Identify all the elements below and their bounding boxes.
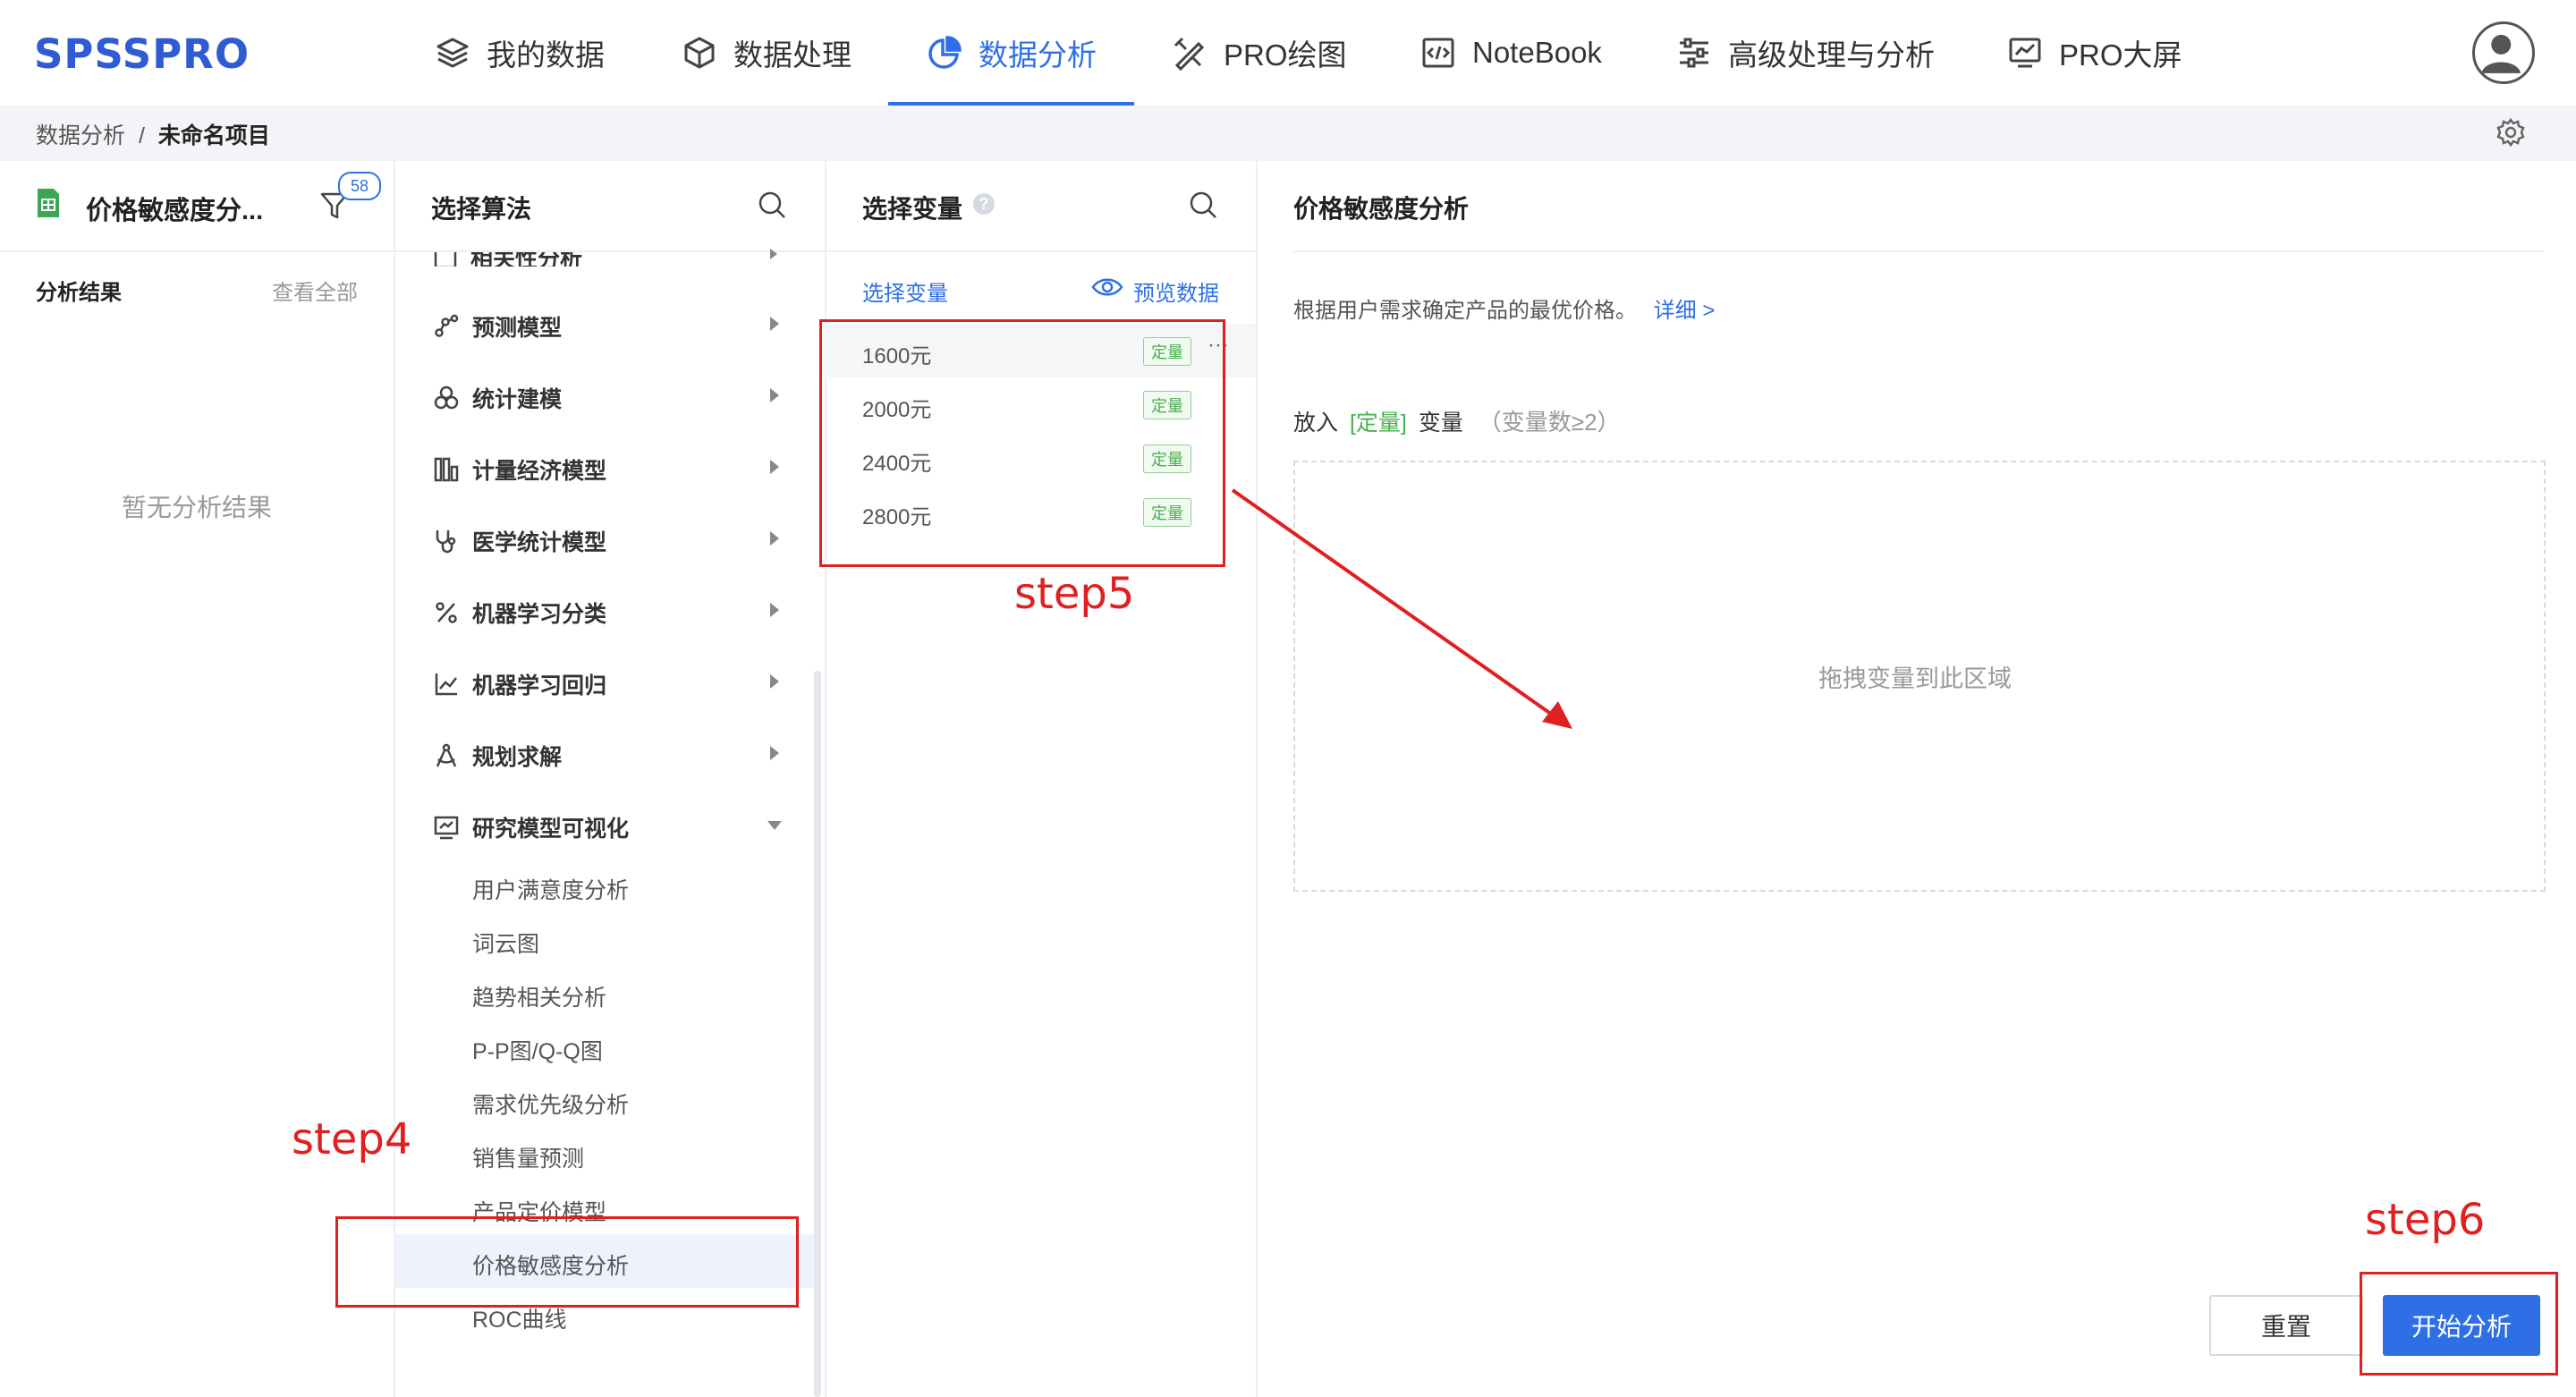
- code-icon: [1422, 38, 1454, 68]
- breadcrumb-bar: [0, 106, 2576, 161]
- step5-label: step5: [1014, 569, 1135, 619]
- columns-icon: [434, 457, 459, 482]
- breadcrumb-parent[interactable]: 数据分析: [36, 123, 125, 148]
- compass-icon: [436, 743, 457, 767]
- menu-item-ml-classification[interactable]: 机器学习分类: [433, 597, 606, 629]
- results-label: 分析结果: [36, 281, 122, 305]
- sub-item-sales-forecast[interactable]: 销售量预测: [472, 1141, 584, 1173]
- drawing-tools-icon: [1174, 37, 1205, 71]
- sub-item-demand-priority[interactable]: 需求优先级分析: [472, 1088, 629, 1120]
- menu-item-ml-regression[interactable]: 机器学习回归: [433, 668, 606, 700]
- analysis-description: 根据用户需求确定产品的最优价格。 详细 >: [1293, 299, 1716, 323]
- sub-item-pp-qq-plot[interactable]: P-P图/Q-Q图: [472, 1034, 603, 1066]
- caret-right-icon: [770, 317, 779, 331]
- caret-right-icon: [770, 388, 779, 402]
- caret-right-icon: [770, 249, 777, 259]
- nav-my-data[interactable]: 我的数据: [435, 0, 605, 106]
- monitor-chart-icon: [2009, 38, 2041, 68]
- layers-icon: [436, 38, 469, 68]
- detail-link[interactable]: 详细 >: [1654, 299, 1716, 323]
- circles-icon: [434, 385, 459, 410]
- menu-item-econometric-model[interactable]: 计量经济模型: [433, 453, 606, 486]
- config-panel-title: 价格敏感度分析: [1293, 195, 1470, 223]
- eye-icon[interactable]: [1091, 275, 1123, 299]
- correlation-icon: [434, 252, 457, 267]
- nav-advanced-processing[interactable]: 高级处理与分析: [1676, 0, 1935, 106]
- menu-item-medical-statistics[interactable]: 医学统计模型: [433, 525, 606, 557]
- panel-divider-3: [1256, 161, 1258, 1397]
- drop-zone-hint: 拖拽变量到此区域: [1818, 665, 2012, 692]
- cube-icon: [684, 37, 715, 69]
- var-header-divider: [826, 250, 1256, 252]
- top-nav-bar: SPSSPRO 我的数据 数据处理 数据分析 PRO绘图 NoteBook 高级…: [0, 0, 2576, 106]
- app-logo[interactable]: SPSSPRO: [34, 30, 250, 78]
- step5-highlight-box: [819, 319, 1225, 567]
- view-all-link[interactable]: 查看全部: [272, 275, 358, 306]
- caret-right-icon: [770, 460, 779, 474]
- caret-down-icon: [767, 821, 782, 830]
- breadcrumb-current: 未命名项目: [157, 123, 270, 148]
- spreadsheet-file-icon: [38, 189, 59, 217]
- caret-right-icon: [770, 674, 779, 689]
- empty-results-text: 暂无分析结果: [122, 494, 273, 521]
- nav-pro-dashboard[interactable]: PRO大屏: [2007, 0, 2182, 106]
- sub-item-word-cloud[interactable]: 词云图: [472, 927, 539, 959]
- reset-button[interactable]: 重置: [2209, 1295, 2363, 1356]
- file-title[interactable]: 价格敏感度分...: [86, 190, 263, 227]
- step6-highlight-box: [2360, 1272, 2558, 1376]
- panel-divider-1: [394, 161, 395, 1397]
- sliders-icon: [1680, 38, 1708, 68]
- caret-right-icon: [770, 531, 779, 546]
- percent-icon: [436, 602, 457, 623]
- menu-item-programming-solve[interactable]: 规划求解: [433, 740, 562, 772]
- stethoscope-icon: [436, 530, 456, 554]
- select-variable-label: 选择变量: [862, 282, 948, 306]
- sub-item-user-satisfaction[interactable]: 用户满意度分析: [472, 873, 629, 905]
- caret-right-icon: [770, 746, 779, 760]
- search-icon[interactable]: [757, 190, 787, 220]
- menu-item-statistical-modeling[interactable]: 统计建模: [433, 382, 562, 414]
- nav-notebook[interactable]: NoteBook: [1420, 0, 1602, 106]
- menu-item-research-model-visualization[interactable]: 研究模型可视化: [433, 811, 629, 843]
- gear-icon[interactable]: [2496, 117, 2526, 148]
- step4-highlight-box: [335, 1216, 799, 1308]
- sub-item-trend-correlation[interactable]: 趋势相关分析: [472, 980, 606, 1012]
- nodes-icon: [435, 314, 459, 337]
- pie-chart-icon: [928, 36, 962, 69]
- config-header-divider: [1293, 250, 2544, 252]
- var-panel-title: 选择变量: [862, 195, 963, 223]
- avatar[interactable]: [2472, 21, 2535, 84]
- nav-data-processing[interactable]: 数据处理: [682, 0, 852, 106]
- algo-panel-title: 选择算法: [431, 195, 532, 223]
- caret-right-icon: [770, 603, 779, 617]
- user-icon: [2481, 34, 2521, 73]
- left-divider: [0, 250, 394, 252]
- trend-chart-icon: [435, 673, 457, 696]
- arrow-annotation: [1231, 488, 1572, 729]
- menu-item-prediction-model[interactable]: 预测模型: [433, 310, 562, 343]
- filter-count-badge: 58: [338, 172, 381, 200]
- algo-scrollbar[interactable]: [814, 671, 821, 1397]
- nav-data-analysis[interactable]: 数据分析: [927, 0, 1097, 106]
- step4-label: step4: [292, 1114, 412, 1164]
- breadcrumb: 数据分析 / 未命名项目: [36, 118, 270, 150]
- menu-item-partial[interactable]: 相关性分析: [433, 252, 791, 267]
- variable-requirement: 放入 [定量] 变量 （变量数≥2）: [1293, 409, 1621, 436]
- breadcrumb-separator: /: [138, 123, 145, 148]
- help-icon[interactable]: ?: [973, 193, 995, 215]
- step6-label: step6: [2365, 1195, 2486, 1245]
- chart-box-icon: [434, 816, 459, 840]
- nav-pro-drawing[interactable]: PRO绘图: [1172, 0, 1347, 106]
- search-icon[interactable]: [1188, 190, 1218, 220]
- preview-data-link[interactable]: 预览数据: [1133, 275, 1219, 307]
